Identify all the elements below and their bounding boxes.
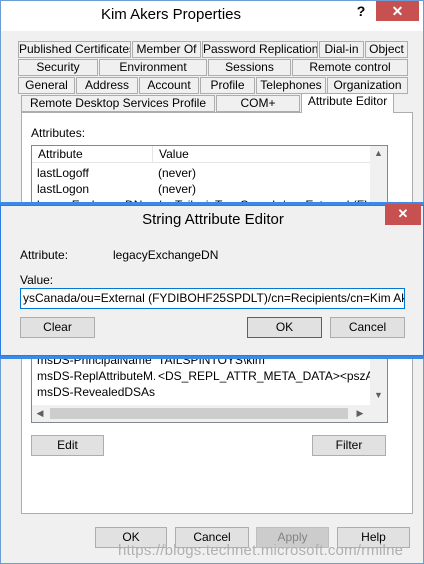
tab-profile[interactable]: Profile	[200, 77, 255, 94]
tab-environment[interactable]: Environment	[99, 59, 207, 76]
tab-published-certificates[interactable]: Published Certificates	[18, 41, 131, 58]
scroll-thumb[interactable]	[50, 408, 348, 419]
tab-remote-desktop-services-profile[interactable]: Remote Desktop Services Profile	[21, 95, 215, 112]
close-window-button[interactable]: ✕	[376, 1, 419, 21]
tab-com-plus[interactable]: COM+	[216, 95, 300, 112]
tab-account[interactable]: Account	[139, 77, 199, 94]
tab-attribute-editor[interactable]: Attribute Editor	[301, 93, 394, 113]
attribute-value[interactable]: (never)	[158, 165, 370, 181]
tab-remote-control[interactable]: Remote control	[292, 59, 408, 76]
attribute-name[interactable]: lastLogoff	[37, 165, 155, 181]
window-title: Kim Akers Properties	[100, 6, 242, 23]
clear-button[interactable]: Clear	[20, 317, 95, 338]
tab-object[interactable]: Object	[365, 41, 408, 58]
scroll-left-icon[interactable]: ◀	[34, 408, 46, 419]
tab-general[interactable]: General	[18, 77, 75, 94]
column-header-value[interactable]: Value	[153, 146, 370, 163]
column-header-attribute[interactable]: Attribute	[32, 146, 153, 163]
attribute-name[interactable]: lastLogon	[37, 181, 155, 197]
string-attribute-editor-dialog: String Attribute Editor ✕ Attribute: leg…	[0, 204, 424, 356]
tab-sessions[interactable]: Sessions	[208, 59, 291, 76]
tab-telephones[interactable]: Telephones	[256, 77, 326, 94]
scroll-down-icon[interactable]: ▼	[370, 390, 387, 400]
scrollbar-corner	[370, 405, 387, 422]
filter-button[interactable]: Filter	[312, 435, 386, 456]
dialog-ok-button[interactable]: OK	[247, 317, 322, 338]
tab-member-of[interactable]: Member Of	[132, 41, 201, 58]
dialog-close-button[interactable]: ✕	[385, 204, 421, 225]
value-field-label: Value:	[20, 273, 54, 287]
edit-button[interactable]: Edit	[31, 435, 104, 456]
scroll-right-icon[interactable]: ▶	[354, 408, 366, 419]
value-input[interactable]: ysCanada/ou=External (FYDIBOHF25SPDLT)/c…	[20, 288, 405, 309]
horizontal-scrollbar[interactable]: ◀ ▶	[32, 405, 370, 422]
tab-security[interactable]: Security	[18, 59, 98, 76]
attribute-name[interactable]: msDS-ReplAttributeM...	[37, 368, 155, 384]
tab-address[interactable]: Address	[76, 77, 138, 94]
dialog-cancel-button[interactable]: Cancel	[330, 317, 405, 338]
attribute-value[interactable]: (never)	[158, 181, 370, 197]
tab-password-replication[interactable]: Password Replication	[202, 41, 318, 58]
tab-organization[interactable]: Organization	[327, 77, 408, 94]
list-header: Attribute Value	[32, 146, 370, 163]
dialog-title: String Attribute Editor	[142, 211, 284, 228]
tab-dial-in[interactable]: Dial-in	[319, 41, 364, 58]
help-title-button[interactable]: ?	[348, 1, 374, 21]
attribute-name[interactable]: msDS-RevealedDSAs	[37, 384, 155, 400]
scroll-up-icon[interactable]: ▲	[370, 148, 387, 158]
attributes-label: Attributes:	[31, 126, 86, 140]
attribute-value[interactable]: <DS_REPL_ATTR_META_DATA><pszAttrib	[158, 368, 370, 384]
attribute-field-label: Attribute:	[20, 248, 69, 262]
attribute-name-value: legacyExchangeDN	[113, 248, 219, 262]
watermark-url: https://blogs.technet.microsoft.com/rmil…	[118, 542, 404, 559]
